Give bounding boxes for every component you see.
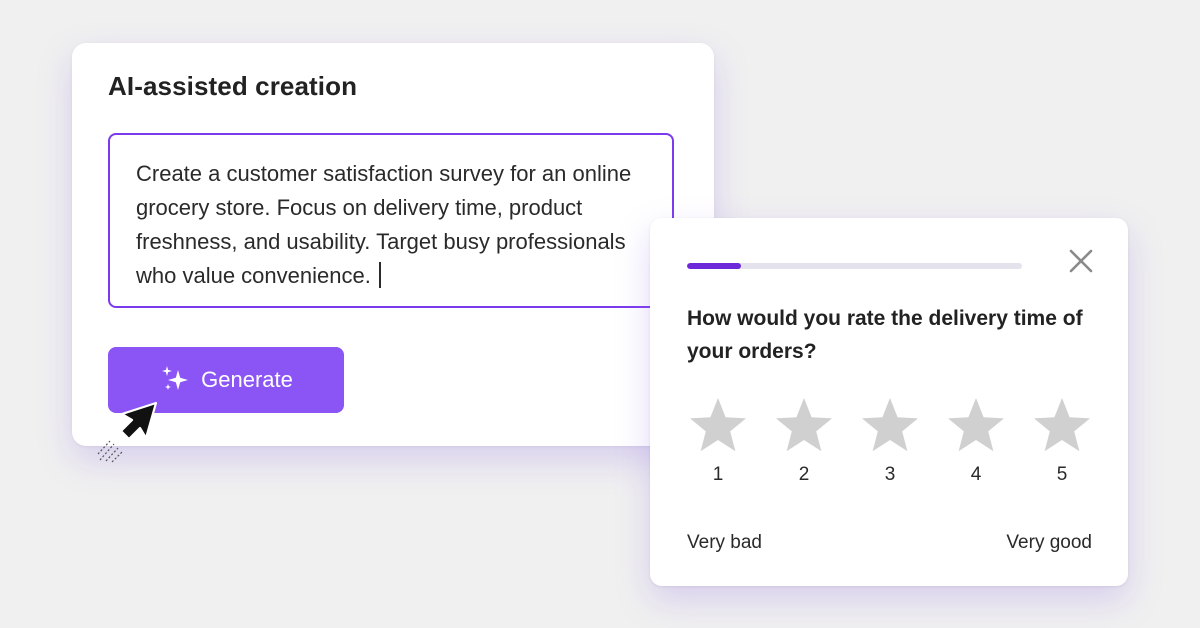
star-icon — [776, 398, 832, 452]
progress-bar-fill — [687, 263, 741, 269]
generate-button-label: Generate — [201, 367, 293, 392]
rating-option-3[interactable]: 3 — [859, 396, 921, 491]
rating-label: 4 — [970, 464, 982, 485]
scale-low-label: Very bad — [687, 532, 762, 553]
star-icon — [1034, 398, 1090, 452]
rating-label: 1 — [712, 464, 724, 485]
star-icon — [690, 398, 746, 452]
prompt-input[interactable]: Create a customer satisfaction survey fo… — [108, 133, 674, 308]
rating-label: 3 — [884, 464, 896, 485]
sparkle-icon — [162, 366, 189, 390]
rating-option-2[interactable]: 2 — [773, 396, 835, 491]
ai-card-title: AI-assisted creation — [108, 71, 358, 101]
rating-option-1[interactable]: 1 — [687, 396, 749, 491]
scale-high-label: Very good — [1006, 532, 1092, 553]
pointer-cursor-icon — [97, 401, 158, 463]
rating-option-5[interactable]: 5 — [1031, 396, 1093, 491]
progress-bar — [687, 263, 1022, 269]
star-icon — [948, 398, 1004, 452]
close-icon[interactable] — [1066, 246, 1096, 276]
rating-option-4[interactable]: 4 — [945, 396, 1007, 491]
survey-question: How would you rate the delivery time of … — [687, 307, 1083, 363]
survey-preview-card: How would you rate the delivery time of … — [650, 218, 1128, 586]
star-rating: 1 2 3 4 5 — [687, 396, 1092, 491]
prompt-text: Create a customer satisfaction survey fo… — [136, 161, 632, 288]
rating-label: 2 — [798, 464, 810, 485]
text-caret — [378, 262, 381, 288]
star-icon — [862, 398, 918, 452]
ai-creation-card: AI-assisted creation Create a customer s… — [72, 43, 714, 446]
rating-label: 5 — [1056, 464, 1068, 485]
